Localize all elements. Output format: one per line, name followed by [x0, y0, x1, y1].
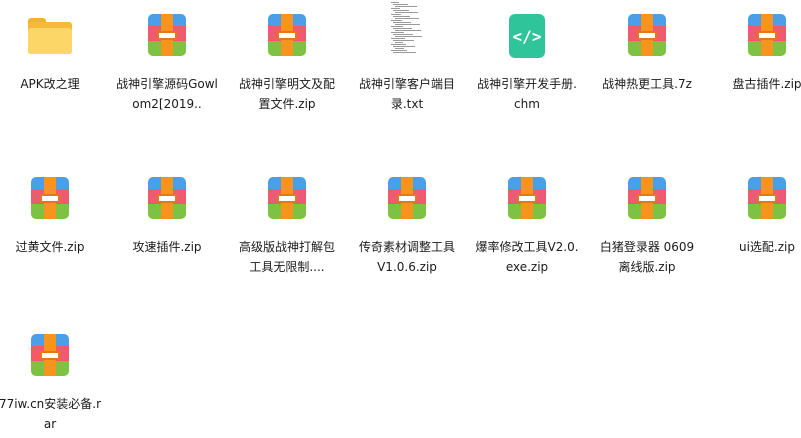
- file-name-label: 战神引擎源码Gowlom2[2019..: [116, 77, 218, 111]
- file-name-label: 过黄文件.zip: [15, 240, 85, 254]
- file-name-label: 战神引擎明文及配置文件.zip: [238, 77, 335, 111]
- file-item[interactable]: 攻速插件.zip: [112, 163, 222, 281]
- file-name-label: APK改之理: [20, 77, 80, 91]
- archive-icon: [261, 173, 313, 225]
- folder-icon: [24, 10, 76, 62]
- file-name-label: 战神引擎开发手册.chm: [477, 77, 577, 111]
- file-item[interactable]: 战神引擎明文及配置文件.zip: [232, 0, 342, 118]
- archive-icon: [141, 173, 193, 225]
- file-item[interactable]: 战神引擎源码Gowlom2[2019..: [112, 0, 222, 118]
- file-item[interactable]: 战神引擎客户端目录.txt: [352, 0, 462, 118]
- file-name-label: 战神热更工具.7z: [602, 77, 692, 91]
- archive-icon: [24, 173, 76, 225]
- archive-icon: [141, 10, 193, 62]
- file-item[interactable]: 白猪登录器 0609离线版.zip: [592, 163, 702, 281]
- file-name-label: 战神引擎客户端目录.txt: [358, 77, 455, 111]
- file-item[interactable]: 战神热更工具.7z: [592, 0, 702, 118]
- file-item[interactable]: 过黄文件.zip: [0, 163, 105, 281]
- archive-icon: [741, 10, 793, 62]
- file-item[interactable]: 传奇素材调整工具V1.0.6.zip: [352, 163, 462, 281]
- archive-icon: [381, 173, 433, 225]
- chm-icon: </>: [501, 10, 553, 62]
- file-name-label: 传奇素材调整工具V1.0.6.zip: [358, 240, 455, 274]
- archive-icon: [621, 173, 673, 225]
- file-name-label: ui选配.zip: [738, 240, 795, 254]
- archive-icon: [501, 173, 553, 225]
- archive-icon: [261, 10, 313, 62]
- file-item[interactable]: APK改之理: [0, 0, 105, 118]
- file-name-label: 盘古插件.zip: [732, 77, 801, 91]
- file-item[interactable]: 高级版战神打解包工具无限制....: [232, 163, 342, 281]
- file-name-label: 攻速插件.zip: [132, 240, 202, 254]
- archive-icon: [741, 173, 793, 225]
- file-name-label: 爆率修改工具V2.0.exe.zip: [475, 240, 579, 274]
- file-name-label: 77iw.cn安装必备.rar: [0, 397, 102, 431]
- file-item[interactable]: 77iw.cn安装必备.rar: [0, 320, 105, 438]
- file-grid: APK改之理 战神引擎源码Gowlom2[2019.. 战神引擎明文及配置文件.zi…: [0, 0, 801, 437]
- file-item[interactable]: 爆率修改工具V2.0.exe.zip: [472, 163, 582, 281]
- file-name-label: 白猪登录器 0609离线版.zip: [599, 240, 695, 274]
- file-item[interactable]: 盘古插件.zip: [712, 0, 801, 118]
- file-name-label: 高级版战神打解包工具无限制....: [238, 240, 335, 274]
- file-item[interactable]: </> 战神引擎开发手册.chm: [472, 0, 582, 118]
- archive-icon: [621, 10, 673, 62]
- text-file-icon: [381, 2, 433, 62]
- file-item[interactable]: ui选配.zip: [712, 163, 801, 281]
- archive-icon: [24, 330, 76, 382]
